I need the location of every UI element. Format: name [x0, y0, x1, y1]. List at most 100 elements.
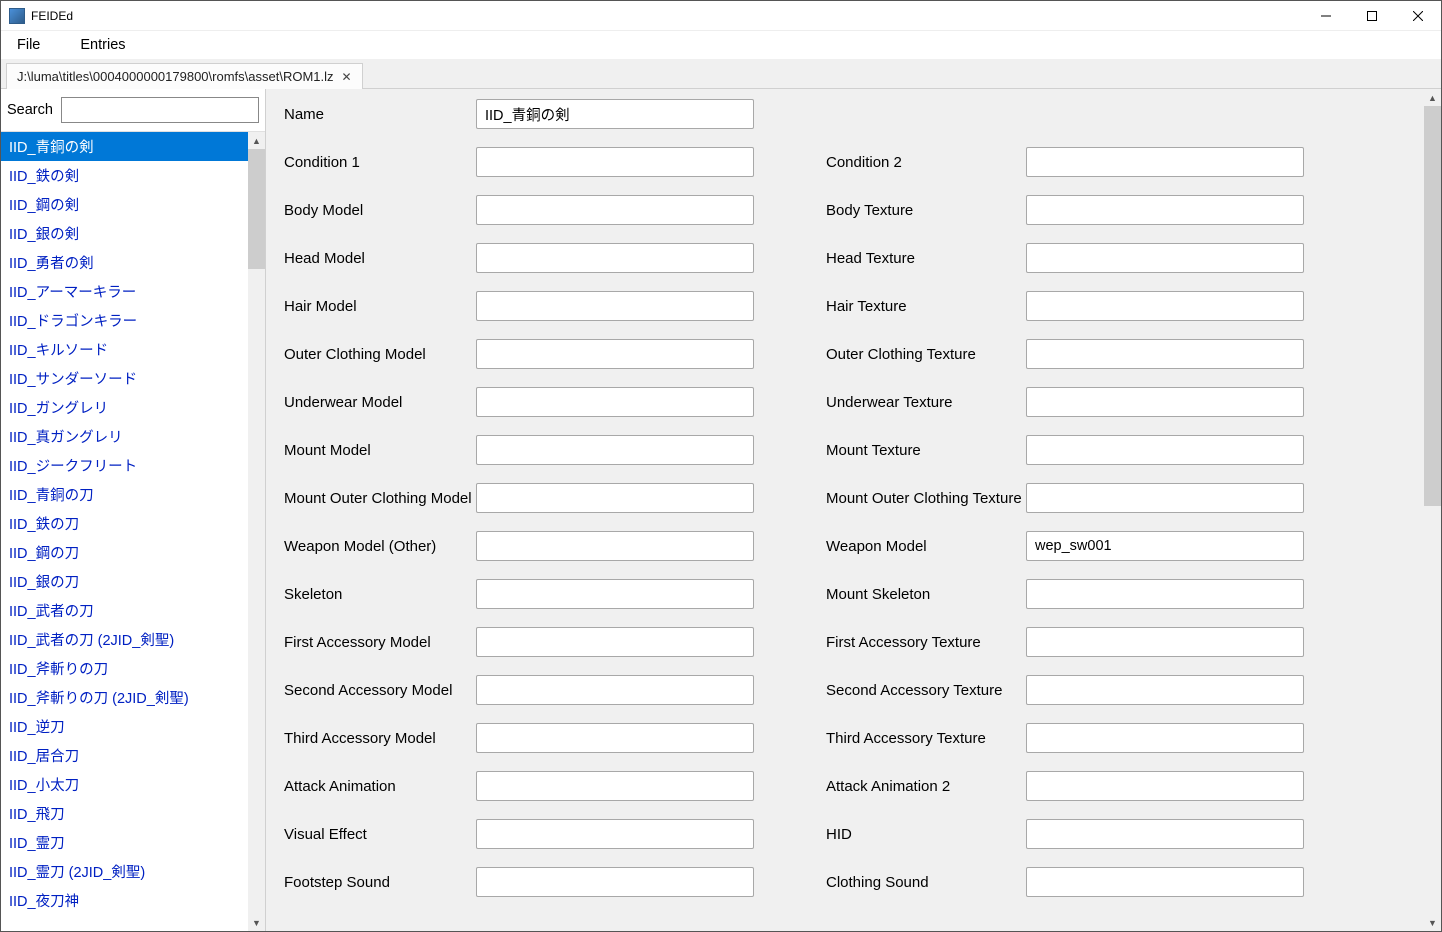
search-label: Search — [7, 102, 53, 118]
field-input[interactable] — [1026, 531, 1304, 561]
list-item[interactable]: IID_青銅の剣 — [1, 132, 248, 161]
field-input[interactable] — [476, 339, 754, 369]
field-input[interactable] — [476, 531, 754, 561]
list-item[interactable]: IID_青銅の刀 — [1, 480, 248, 509]
main-scrollbar[interactable]: ▲ ▼ — [1424, 89, 1441, 931]
field-input[interactable] — [476, 435, 754, 465]
titlebar: FEIDEd — [1, 1, 1441, 31]
list-item[interactable]: IID_逆刀 — [1, 712, 248, 741]
field-label: Third Accessory Model — [284, 730, 476, 747]
field-label: Weapon Model (Other) — [284, 538, 476, 555]
field-input[interactable] — [476, 867, 754, 897]
field-label: Underwear Model — [284, 394, 476, 411]
list-item[interactable]: IID_鋼の剣 — [1, 190, 248, 219]
list-item[interactable]: IID_鉄の剣 — [1, 161, 248, 190]
field-input[interactable] — [1026, 771, 1304, 801]
menu-file[interactable]: File — [11, 34, 46, 56]
scroll-down-icon[interactable]: ▼ — [248, 914, 265, 931]
field-input[interactable] — [476, 627, 754, 657]
field-input[interactable] — [1026, 387, 1304, 417]
list-item[interactable]: IID_鉄の刀 — [1, 509, 248, 538]
list-item[interactable]: IID_鋼の刀 — [1, 538, 248, 567]
list-item[interactable]: IID_勇者の剣 — [1, 248, 248, 277]
menubar: File Entries — [1, 31, 1441, 59]
field-input[interactable] — [476, 99, 754, 129]
list-item[interactable]: IID_銀の刀 — [1, 567, 248, 596]
list-item[interactable]: IID_飛刀 — [1, 799, 248, 828]
list-item[interactable]: IID_ドラゴンキラー — [1, 306, 248, 335]
field-label: Body Texture — [826, 202, 1026, 219]
scroll-up-icon[interactable]: ▲ — [1424, 89, 1441, 106]
list-item[interactable]: IID_夜刀神 — [1, 886, 248, 915]
list-item[interactable]: IID_サンダーソード — [1, 364, 248, 393]
list-item[interactable]: IID_居合刀 — [1, 741, 248, 770]
field-label: Condition 1 — [284, 154, 476, 171]
field-input[interactable] — [476, 483, 754, 513]
field-input[interactable] — [1026, 483, 1304, 513]
field-input[interactable] — [476, 723, 754, 753]
field-input[interactable] — [476, 387, 754, 417]
close-icon[interactable]: ✕ — [340, 70, 354, 84]
field-label: Outer Clothing Texture — [826, 346, 1026, 363]
field-label: First Accessory Model — [284, 634, 476, 651]
field-label: Mount Texture — [826, 442, 1026, 459]
menu-entries[interactable]: Entries — [74, 34, 131, 56]
list-item[interactable]: IID_アーマーキラー — [1, 277, 248, 306]
search-input[interactable] — [61, 97, 259, 123]
sidebar-scrollbar[interactable]: ▲ ▼ — [248, 132, 265, 931]
entry-list: IID_青銅の剣IID_鉄の剣IID_鋼の剣IID_銀の剣IID_勇者の剣IID… — [1, 132, 248, 931]
scroll-thumb[interactable] — [248, 149, 265, 269]
scroll-thumb[interactable] — [1424, 106, 1441, 506]
list-item[interactable]: IID_武者の刀 (2JID_剣聖) — [1, 625, 248, 654]
field-input[interactable] — [476, 675, 754, 705]
list-item[interactable]: IID_霊刀 (2JID_剣聖) — [1, 857, 248, 886]
field-input[interactable] — [476, 771, 754, 801]
field-input[interactable] — [1026, 819, 1304, 849]
field-input[interactable] — [1026, 339, 1304, 369]
list-item[interactable]: IID_銀の剣 — [1, 219, 248, 248]
form-grid: NameCondition 1Condition 2Body ModelBody… — [284, 99, 1404, 897]
list-item[interactable]: IID_ジークフリート — [1, 451, 248, 480]
close-button[interactable] — [1395, 1, 1441, 31]
field-input[interactable] — [1026, 435, 1304, 465]
minimize-button[interactable] — [1303, 1, 1349, 31]
field-label: Head Texture — [826, 250, 1026, 267]
sidebar: Search IID_青銅の剣IID_鉄の剣IID_鋼の剣IID_銀の剣IID_… — [1, 89, 266, 931]
field-label: Visual Effect — [284, 826, 476, 843]
field-label: HID — [826, 826, 1026, 843]
scroll-up-icon[interactable]: ▲ — [248, 132, 265, 149]
field-input[interactable] — [476, 819, 754, 849]
field-input[interactable] — [1026, 147, 1304, 177]
field-input[interactable] — [1026, 195, 1304, 225]
field-input[interactable] — [476, 195, 754, 225]
list-item[interactable]: IID_キルソード — [1, 335, 248, 364]
field-label: Mount Outer Clothing Texture — [826, 490, 1026, 507]
field-label: Condition 2 — [826, 154, 1026, 171]
list-item[interactable]: IID_斧斬りの刀 (2JID_剣聖) — [1, 683, 248, 712]
field-input[interactable] — [1026, 627, 1304, 657]
field-input[interactable] — [1026, 867, 1304, 897]
field-input[interactable] — [1026, 675, 1304, 705]
field-input[interactable] — [476, 291, 754, 321]
list-item[interactable]: IID_ガングレリ — [1, 393, 248, 422]
field-input[interactable] — [1026, 291, 1304, 321]
field-label: Underwear Texture — [826, 394, 1026, 411]
field-label: Mount Model — [284, 442, 476, 459]
tab-file[interactable]: J:\luma\titles\0004000000179800\romfs\as… — [6, 63, 363, 89]
field-input[interactable] — [1026, 243, 1304, 273]
list-item[interactable]: IID_霊刀 — [1, 828, 248, 857]
field-input[interactable] — [476, 243, 754, 273]
field-label: Second Accessory Model — [284, 682, 476, 699]
maximize-button[interactable] — [1349, 1, 1395, 31]
list-item[interactable]: IID_真ガングレリ — [1, 422, 248, 451]
field-input[interactable] — [476, 147, 754, 177]
scroll-down-icon[interactable]: ▼ — [1424, 914, 1441, 931]
field-input[interactable] — [1026, 723, 1304, 753]
field-input[interactable] — [476, 579, 754, 609]
list-item[interactable]: IID_武者の刀 — [1, 596, 248, 625]
list-item[interactable]: IID_斧斬りの刀 — [1, 654, 248, 683]
field-input[interactable] — [1026, 579, 1304, 609]
list-item[interactable]: IID_小太刀 — [1, 770, 248, 799]
field-label: Outer Clothing Model — [284, 346, 476, 363]
field-label: Attack Animation — [284, 778, 476, 795]
